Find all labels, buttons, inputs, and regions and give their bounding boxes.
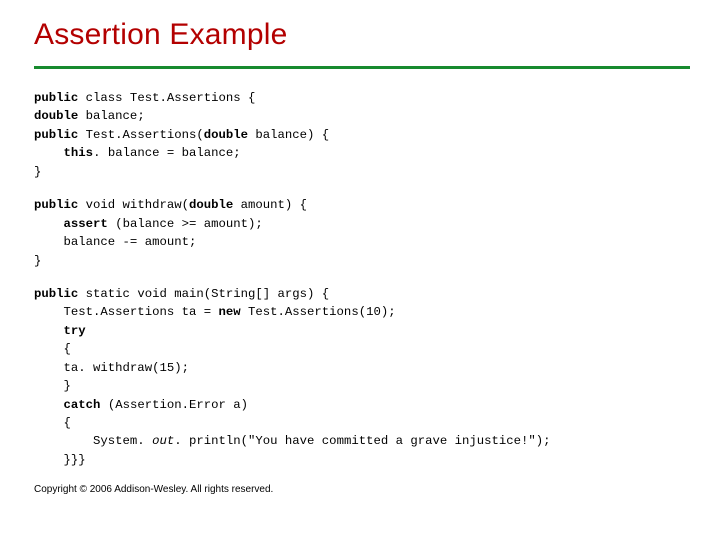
kw: public <box>34 91 78 105</box>
slide: Assertion Example public class Test.Asse… <box>0 0 720 505</box>
kw: public <box>34 287 78 301</box>
t: void withdraw( <box>78 198 189 212</box>
kw: catch <box>64 398 101 412</box>
t <box>34 398 64 412</box>
t: } <box>34 254 41 268</box>
t: ta. withdraw(15); <box>34 361 189 375</box>
t <box>34 146 64 160</box>
t: }}} <box>34 453 86 467</box>
code-block-1: public class Test.Assertions { double ba… <box>34 89 690 181</box>
t: . balance = balance; <box>93 146 241 160</box>
kw: assert <box>64 217 108 231</box>
kw: this <box>64 146 94 160</box>
t: { <box>34 342 71 356</box>
page-title: Assertion Example <box>34 18 690 52</box>
kw: new <box>218 305 240 319</box>
copyright: Copyright © 2006 Addison-Wesley. All rig… <box>34 484 690 495</box>
kw: double <box>189 198 233 212</box>
kw: try <box>64 324 86 338</box>
kw: public <box>34 128 78 142</box>
t <box>34 324 64 338</box>
t: (Assertion.Error a) <box>100 398 248 412</box>
t: { <box>34 416 71 430</box>
t: Test.Assertions(10); <box>241 305 396 319</box>
t: } <box>34 379 71 393</box>
t: (balance >= amount); <box>108 217 263 231</box>
t: } <box>34 165 41 179</box>
t: balance; <box>78 109 144 123</box>
t: . println("You have committed a grave in… <box>174 434 550 448</box>
t: Test.Assertions( <box>78 128 203 142</box>
t <box>34 217 64 231</box>
t: amount) { <box>233 198 307 212</box>
kw: double <box>34 109 78 123</box>
t: Test.Assertions ta = <box>34 305 218 319</box>
t: balance -= amount; <box>34 235 196 249</box>
code-block-3: public static void main(String[] args) {… <box>34 285 690 469</box>
t: static void main(String[] args) { <box>78 287 329 301</box>
kw: public <box>34 198 78 212</box>
kw: double <box>204 128 248 142</box>
t: System. <box>34 434 152 448</box>
title-rule <box>34 66 690 69</box>
id: out <box>152 434 174 448</box>
t: balance) { <box>248 128 329 142</box>
code-block-2: public void withdraw(double amount) { as… <box>34 196 690 270</box>
t: class Test.Assertions { <box>78 91 255 105</box>
